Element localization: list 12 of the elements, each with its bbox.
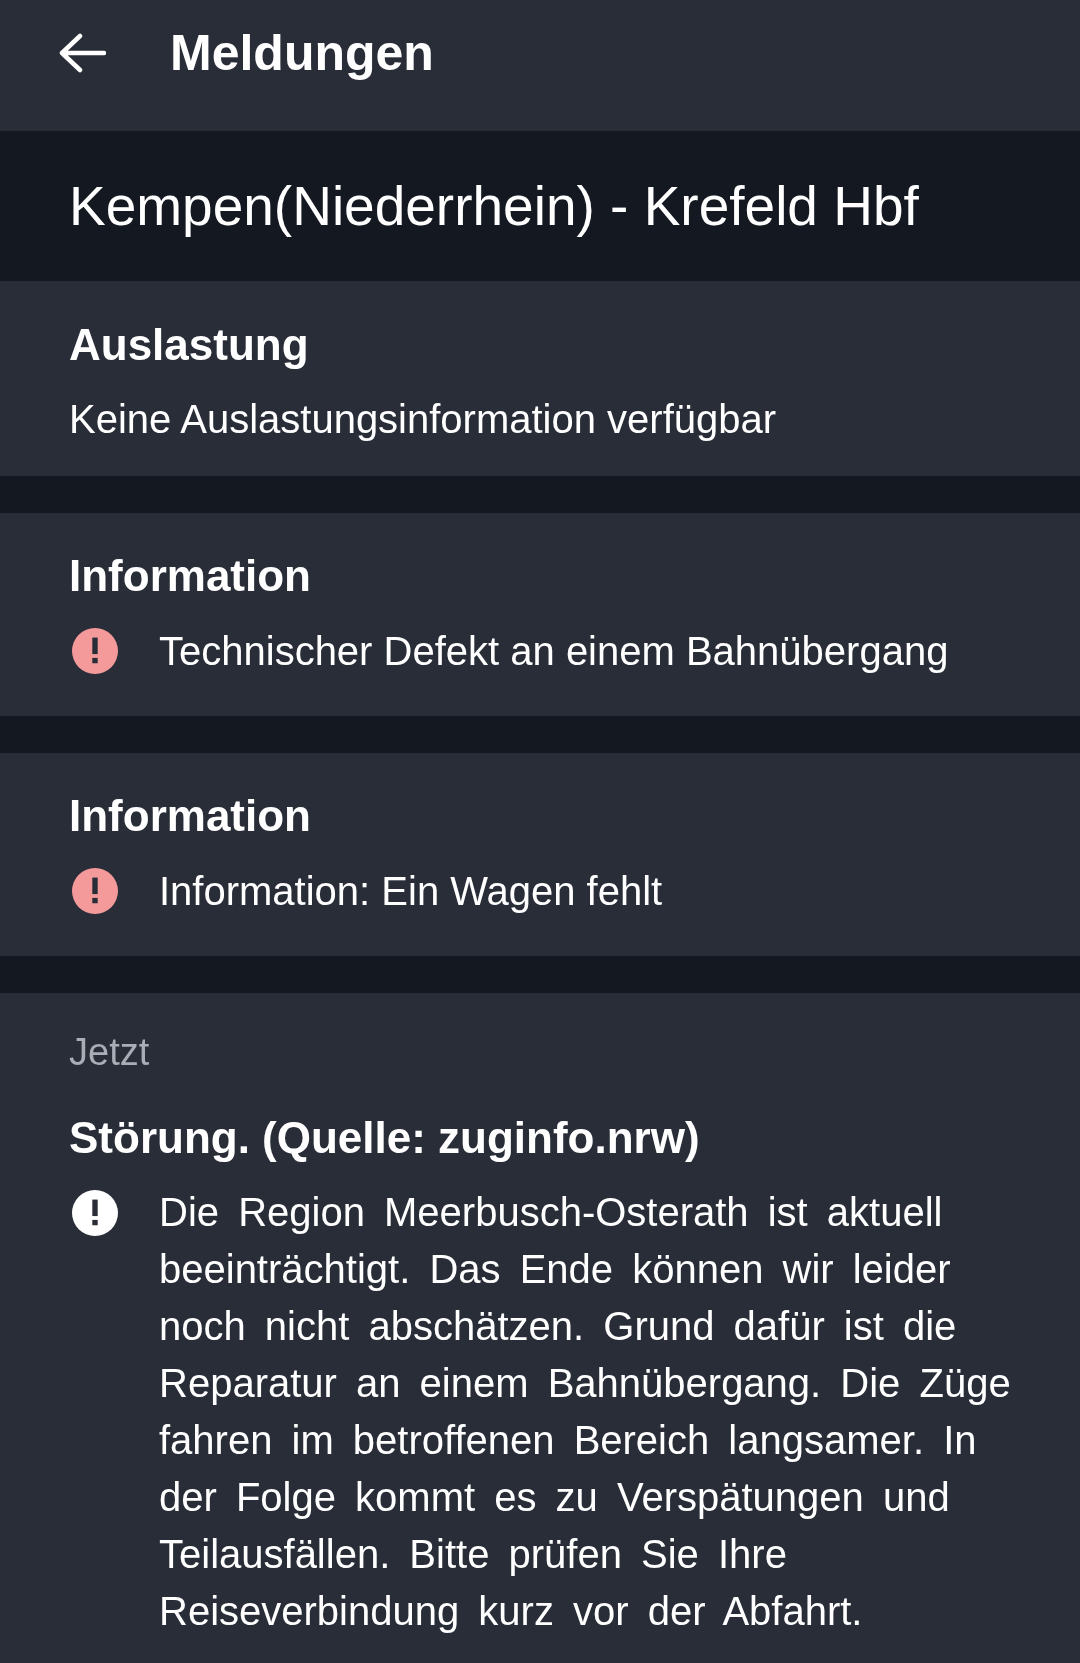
section-title: Störung. (Quelle: zuginfo.nrw) <box>69 1114 701 1162</box>
section-title: Information <box>69 792 312 840</box>
section-title: Auslastung <box>69 321 310 369</box>
time-label: Jetzt <box>69 1030 151 1075</box>
occupancy-text: Keine Auslastungsinformation verfügbar <box>69 396 778 443</box>
route-title: Kempen(Niederrhein) - Krefeld Hbf <box>69 174 919 239</box>
message-text: Technischer Defekt an einem Bahnübergang <box>159 628 949 675</box>
back-arrow-icon <box>58 33 106 73</box>
message-text: Die Region Meerbusch-Osterath ist aktuell beeinträchtigt. Das Ende können wir leider noch nicht abschätzen. Grund dafür ist die Reparatur an einem Bahnübergang. Die Züge fahren im betroffenen Bereich langsamer. In der Folge kommt es zu Verspätungen und Teilausfällen. Bitte prüfen Sie Ihre Reiseverbindung kurz vor der Abfahrt. <box>159 1189 1012 1635</box>
message-text: Information: Ein Wagen fehlt <box>159 868 663 915</box>
page-title: Meldungen <box>170 24 434 83</box>
section-title: Information <box>69 552 312 600</box>
